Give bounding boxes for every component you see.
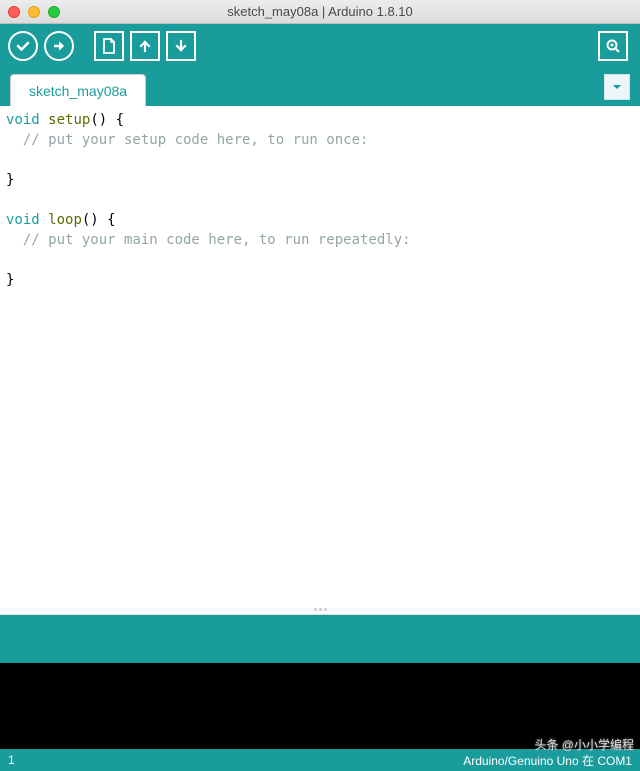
board-port-info: Arduino/Genuino Uno 在 COM1 [463,752,632,769]
upload-button[interactable] [44,31,74,61]
close-button[interactable] [8,6,20,18]
code-editor[interactable]: void setup() { // put your setup code he… [0,106,640,615]
watermark: 头条 @小小学编程 [534,736,634,753]
verify-button[interactable] [8,31,38,61]
minimize-button[interactable] [28,6,40,18]
code-line [6,150,634,170]
tab-bar: sketch_may08a [0,68,640,106]
code-line: // put your setup code here, to run once… [6,130,634,150]
status-bar [0,615,640,663]
open-button[interactable] [130,31,160,61]
window-controls [8,6,60,18]
titlebar: sketch_may08a | Arduino 1.8.10 [0,0,640,24]
tab-dropdown-button[interactable] [604,74,630,100]
code-line [6,250,634,270]
window-title: sketch_may08a | Arduino 1.8.10 [0,4,640,19]
serial-monitor-button[interactable] [598,31,628,61]
save-button[interactable] [166,31,196,61]
code-line: void loop() { [6,210,634,230]
code-line: } [6,170,634,190]
line-number: 1 [8,753,15,767]
code-line [6,190,634,210]
tab-sketch[interactable]: sketch_may08a [10,74,146,106]
pane-resize-handle[interactable] [308,608,332,612]
toolbar [0,24,640,68]
code-line: } [6,270,634,290]
code-line: void setup() { [6,110,634,130]
new-button[interactable] [94,31,124,61]
maximize-button[interactable] [48,6,60,18]
code-line: // put your main code here, to run repea… [6,230,634,250]
